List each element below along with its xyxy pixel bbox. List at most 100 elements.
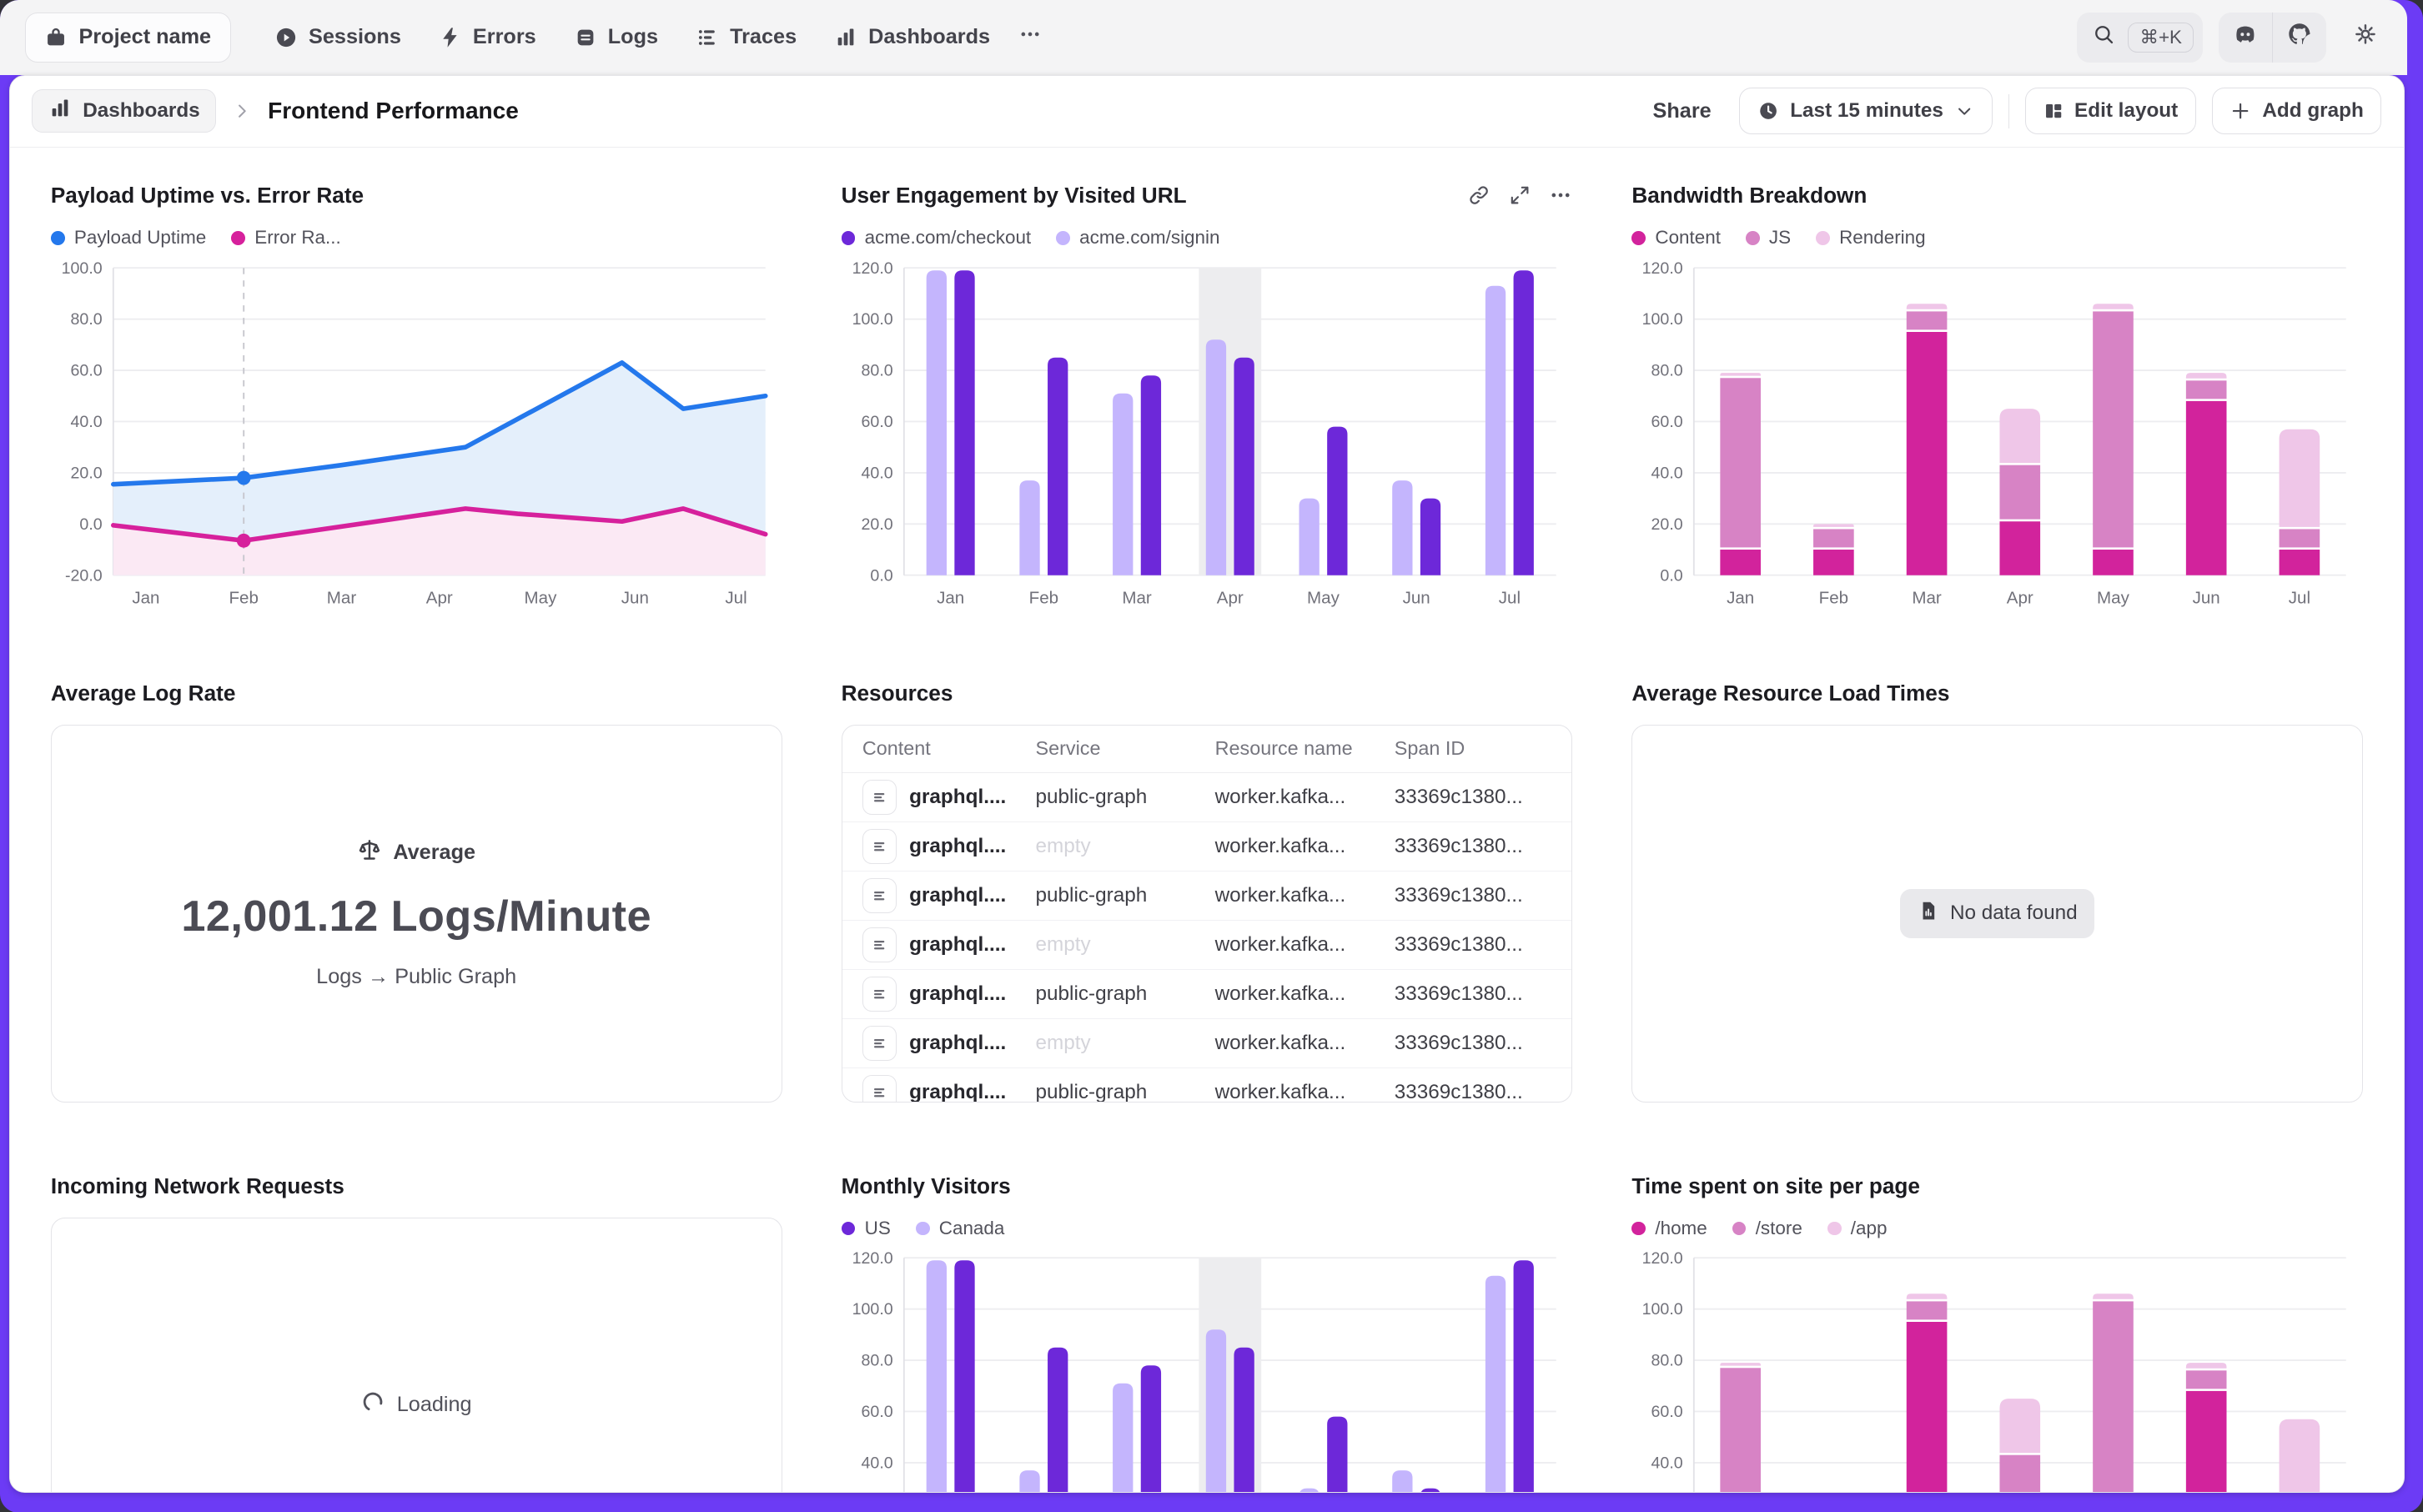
resources-table: ContentServiceResource nameSpan ID graph… [842, 725, 1573, 1103]
copy-link-icon[interactable] [1468, 184, 1490, 206]
tile-avg-resource-load: Average Resource Load Times No data foun… [1631, 678, 2363, 1103]
table-row[interactable]: graphql.... empty worker.kafka... 33369c… [842, 1019, 1572, 1068]
table-row[interactable]: graphql.... empty worker.kafka... 33369c… [842, 921, 1572, 970]
project-name-label: Project name [79, 25, 212, 49]
svg-text:40.0: 40.0 [861, 464, 892, 482]
legend-dot [1827, 1222, 1842, 1236]
toolbar-divider [2008, 94, 2010, 128]
nav-item-sessions[interactable]: Sessions [259, 14, 416, 60]
uptime-line-chart[interactable]: 100.080.060.040.020.00.0-20.0JanFebMarAp… [51, 259, 775, 610]
column-header-span-id[interactable]: Span ID [1395, 737, 1572, 760]
column-header-resource-name[interactable]: Resource name [1215, 737, 1395, 760]
time-range-button[interactable]: Last 15 minutes [1739, 88, 1992, 134]
legend-dot [1631, 231, 1646, 245]
search-shortcut-badge: ⌘+K [2128, 23, 2194, 52]
legend-item--app[interactable]: /app [1827, 1218, 1888, 1239]
svg-text:100.0: 100.0 [852, 310, 892, 329]
table-row[interactable]: graphql.... public-graph worker.kafka...… [842, 773, 1572, 822]
legend-item-acme-com-signin[interactable]: acme.com/signin [1056, 227, 1219, 249]
spinner-icon [361, 1390, 385, 1419]
github-button[interactable] [2273, 13, 2326, 63]
discord-button[interactable] [2219, 13, 2272, 63]
bandwidth-stacked-chart[interactable]: 120.0100.080.060.040.020.00.0JanFebMarAp… [1631, 259, 2355, 610]
table-row[interactable]: graphql.... public-graph worker.kafka...… [842, 970, 1572, 1019]
legend-item-content[interactable]: Content [1631, 227, 1721, 249]
nav-item-traces[interactable]: Traces [680, 14, 812, 60]
svg-text:Feb: Feb [1819, 588, 1848, 607]
svg-text:Mar: Mar [1122, 588, 1152, 607]
edit-layout-label: Edit layout [2074, 99, 2178, 123]
legend-item-js[interactable]: JS [1746, 227, 1791, 249]
scale-icon [357, 837, 382, 868]
project-switcher-button[interactable]: Project name [25, 13, 231, 63]
svg-text:120.0: 120.0 [1642, 259, 1683, 277]
nav-more-button[interactable] [1006, 13, 1054, 62]
legend-label: Rendering [1839, 227, 1926, 249]
nav-item-label: Logs [608, 25, 658, 49]
legend-item-error-ra-[interactable]: Error Ra... [231, 227, 341, 249]
svg-text:40.0: 40.0 [1651, 1454, 1683, 1473]
table-row[interactable]: graphql.... public-graph worker.kafka...… [842, 1068, 1572, 1103]
visitors-bar-chart[interactable]: 120.0100.080.060.040.020.00.0JanFebMarAp… [842, 1248, 1566, 1492]
svg-text:Jan: Jan [937, 588, 964, 607]
plus-icon [2229, 100, 2251, 122]
loading-card: Loading [51, 1218, 782, 1492]
tile-title: Average Log Rate [51, 678, 236, 709]
tile-incoming-network: Incoming Network Requests Loading [51, 1171, 782, 1492]
tile-time-spent: Time spent on site per page /home /store… [1631, 1171, 2363, 1492]
nav-item-logs[interactable]: Logs [558, 14, 674, 60]
chevron-right-icon [232, 101, 252, 121]
table-row[interactable]: graphql.... public-graph worker.kafka...… [842, 872, 1572, 921]
svg-text:100.0: 100.0 [1642, 1301, 1683, 1319]
svg-text:40.0: 40.0 [70, 413, 102, 431]
svg-text:May: May [1307, 588, 1340, 607]
svg-text:80.0: 80.0 [1651, 361, 1683, 379]
community-links [2219, 13, 2326, 63]
tile-title: Time spent on site per page [1631, 1171, 1920, 1202]
main-panel: Dashboards Frontend Performance Share La… [9, 75, 2404, 1493]
expand-icon[interactable] [1509, 184, 1531, 206]
tile-resources: Resources ContentServiceResource nameSpa… [842, 678, 1573, 1103]
nav-item-dashboards[interactable]: Dashboards [818, 14, 1005, 60]
tile-payload-uptime: Payload Uptime vs. Error Rate Payload Up… [51, 180, 782, 609]
nav-item-label: Dashboards [868, 25, 990, 49]
more-options-icon[interactable] [1549, 183, 1572, 207]
breadcrumb-dashboards[interactable]: Dashboards [32, 89, 216, 133]
time-spent-stacked-chart[interactable]: 120.0100.080.060.040.020.00.0JanFebMarAp… [1631, 1248, 2355, 1492]
top-navbar: Project name Sessions Errors Logs Traces… [0, 0, 2407, 75]
discord-icon [2232, 21, 2259, 54]
tile-actions [1468, 183, 1572, 207]
legend-item-canada[interactable]: Canada [916, 1218, 1005, 1239]
dashboards-icon [834, 26, 857, 49]
legend-item-rendering[interactable]: Rendering [1816, 227, 1926, 249]
engagement-bar-chart[interactable]: 120.0100.080.060.040.020.00.0JanFebMarAp… [842, 259, 1566, 610]
column-header-content[interactable]: Content [862, 737, 1036, 760]
breadcrumb-bar: Dashboards Frontend Performance Share La… [10, 76, 2403, 148]
legend-item-us[interactable]: US [842, 1218, 891, 1239]
log-lines-icon [862, 927, 897, 962]
tile-title: Average Resource Load Times [1631, 678, 1949, 709]
table-row[interactable]: graphql.... empty worker.kafka... 33369c… [842, 822, 1572, 872]
svg-text:20.0: 20.0 [1651, 515, 1683, 533]
chevron-down-icon [1954, 101, 1974, 121]
nav-item-errors[interactable]: Errors [423, 14, 551, 60]
log-lines-icon [862, 829, 897, 863]
settings-button[interactable] [2342, 14, 2389, 61]
svg-text:Jan: Jan [132, 588, 159, 607]
legend-item--store[interactable]: /store [1732, 1218, 1802, 1239]
tile-title: Bandwidth Breakdown [1631, 180, 1867, 211]
search-button[interactable]: ⌘+K [2077, 13, 2204, 63]
edit-layout-button[interactable]: Edit layout [2025, 88, 2196, 134]
share-button[interactable]: Share [1641, 90, 1724, 133]
legend-item-payload-uptime[interactable]: Payload Uptime [51, 227, 206, 249]
tile-title: Payload Uptime vs. Error Rate [51, 180, 364, 211]
no-data-card: No data found [1631, 725, 2363, 1103]
column-header-service[interactable]: Service [1036, 737, 1215, 760]
nav-item-label: Errors [473, 25, 536, 49]
svg-text:Apr: Apr [426, 588, 453, 607]
legend-item-acme-com-checkout[interactable]: acme.com/checkout [842, 227, 1032, 249]
svg-text:80.0: 80.0 [861, 361, 892, 379]
svg-text:Mar: Mar [1913, 588, 1943, 607]
add-graph-button[interactable]: Add graph [2212, 88, 2382, 134]
legend-item--home[interactable]: /home [1631, 1218, 1707, 1239]
